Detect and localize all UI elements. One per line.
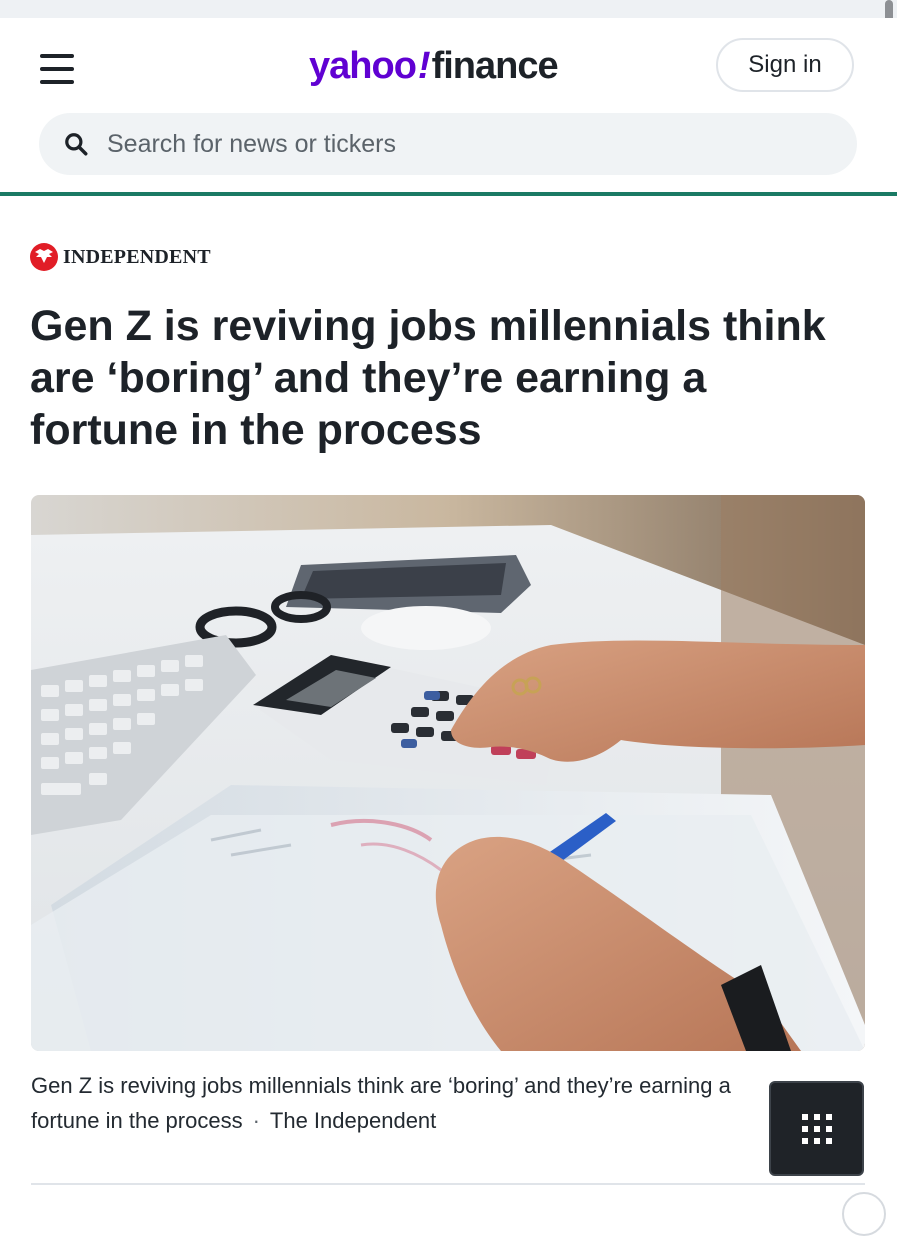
search-input[interactable] xyxy=(105,128,809,160)
content-divider xyxy=(31,1183,865,1185)
browser-top-strip xyxy=(0,0,897,18)
yahoo-finance-logo[interactable]: yahoo! finance xyxy=(309,45,559,95)
sign-in-button[interactable]: Sign in xyxy=(716,38,854,92)
caption-source[interactable]: The Independent xyxy=(270,1108,436,1133)
search-icon xyxy=(65,133,88,156)
grid-menu-button[interactable] xyxy=(769,1081,864,1176)
site-header: yahoo! finance Sign in xyxy=(0,18,897,194)
search-bar[interactable] xyxy=(39,113,857,175)
independent-eagle-icon xyxy=(30,243,58,271)
floating-circle-button[interactable] xyxy=(842,1192,886,1236)
grid-dots-icon xyxy=(801,1113,832,1144)
article-headline: Gen Z is reviving jobs millennials think… xyxy=(30,302,826,454)
image-caption: Gen Z is reviving jobs millennials think… xyxy=(31,1068,791,1138)
caption-separator: · xyxy=(252,1108,260,1133)
article-hero-image[interactable] xyxy=(31,495,865,1051)
header-accent-line xyxy=(0,192,897,196)
hamburger-menu-icon[interactable] xyxy=(40,54,76,84)
source-name: INDEPENDENT xyxy=(63,245,211,268)
article-source[interactable]: INDEPENDENT xyxy=(30,240,211,274)
